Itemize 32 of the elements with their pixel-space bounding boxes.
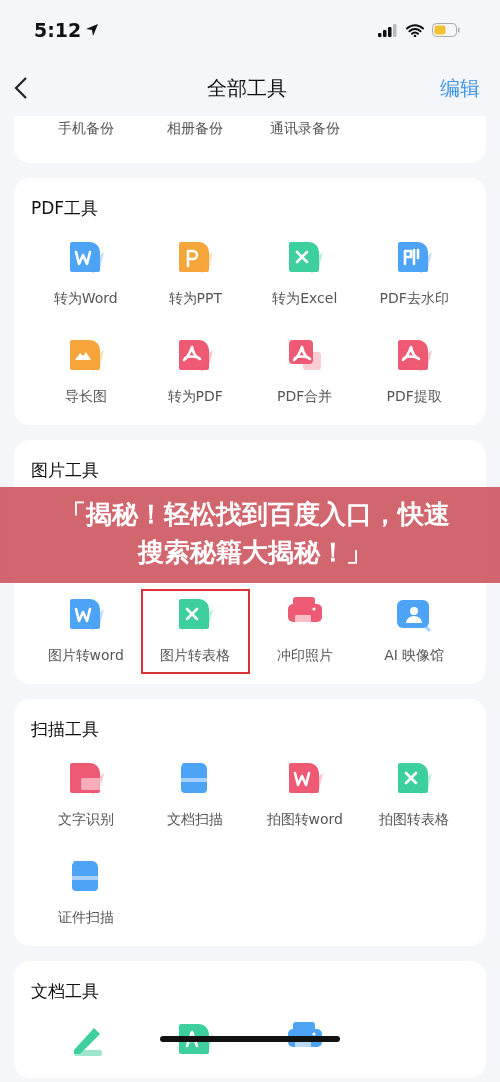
signal-icon <box>378 23 398 37</box>
tool-item[interactable]: 文档扫描 <box>140 752 250 838</box>
tool-item[interactable]: PDF去水印 <box>359 231 469 317</box>
section-title: 扫描工具 <box>31 718 100 741</box>
tool-item[interactable]: 图片转表格 <box>140 589 250 674</box>
tool-item[interactable]: 拍图转word <box>250 752 360 838</box>
tool-item[interactable]: 拍图转表格 <box>359 752 469 838</box>
tool-item[interactable]: 证件扫描 <box>31 850 141 936</box>
tool-item[interactable]: PDF合并 <box>250 329 360 415</box>
section-title: 图片工具 <box>31 458 100 482</box>
tool-item[interactable]: 转为PPT <box>140 231 250 317</box>
tool-item[interactable]: 转为Word <box>31 231 141 317</box>
status-time: 5:12 <box>34 17 82 43</box>
location-arrow-icon <box>85 23 100 37</box>
wifi-icon <box>406 23 424 37</box>
page-title: 全部工具 <box>207 75 287 102</box>
section-title: PDF工具 <box>31 197 100 220</box>
tool-item[interactable]: 相册备份 <box>140 116 250 141</box>
back-button[interactable] <box>14 75 28 101</box>
tool-item[interactable]: 文字识别 <box>31 752 141 838</box>
tool-item[interactable]: 通讯录备份 <box>250 116 360 141</box>
tool-item[interactable]: 手机备份 <box>31 116 141 141</box>
tool-item[interactable]: 图片转word <box>31 589 141 674</box>
tool-item[interactable]: AI 映像馆 <box>359 589 469 674</box>
tool-item[interactable]: 转为PDF <box>140 329 250 415</box>
section-title: 文档工具 <box>31 979 100 1003</box>
tool-item[interactable]: 导长图 <box>31 329 141 415</box>
tool-item[interactable]: 转为Excel <box>250 231 360 317</box>
overlay-banner: 「揭秘！轻松找到百度入口，快速搜索秘籍大揭秘！」 <box>0 486 500 583</box>
tool-item[interactable]: PDF提取 <box>359 329 469 415</box>
tool-item[interactable]: 冲印照片 <box>250 589 360 674</box>
battery-icon <box>432 23 460 37</box>
